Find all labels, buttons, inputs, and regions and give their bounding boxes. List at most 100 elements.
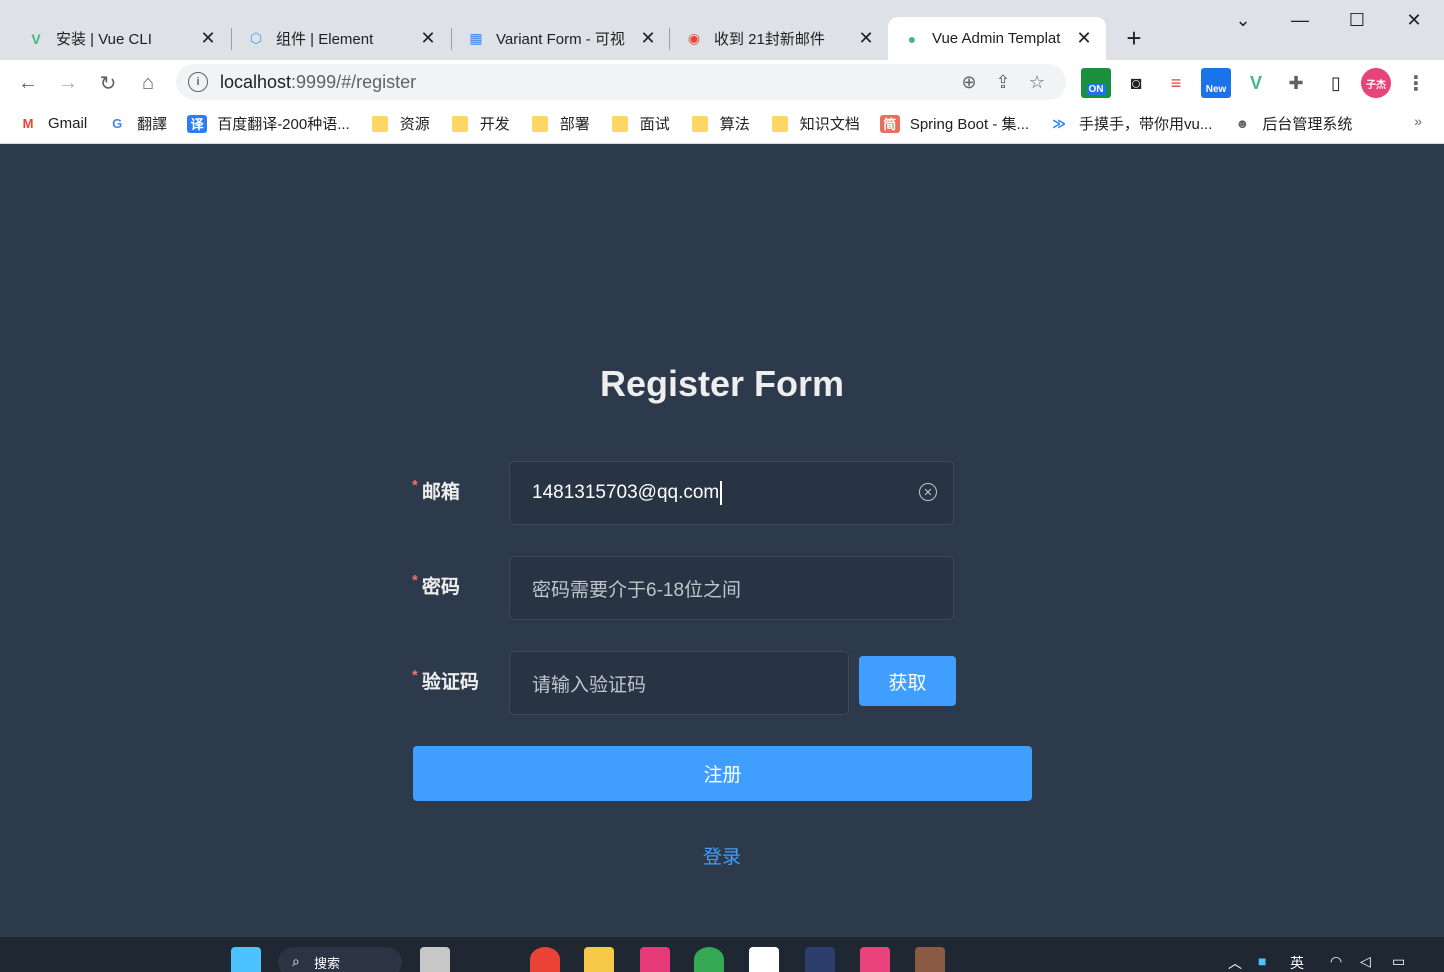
chrome-icon[interactable]: [530, 947, 560, 972]
element-icon: ⬡: [249, 30, 263, 46]
bookmark-label: 知识文档: [799, 116, 860, 133]
tab-element[interactable]: ⬡ 组件 | Element ✕: [232, 17, 450, 60]
password-input[interactable]: 密码需要介于6-18位之间: [509, 556, 954, 620]
close-icon[interactable]: ✕: [856, 28, 876, 49]
register-button[interactable]: 注册: [413, 746, 1032, 801]
bookmark-label: 翻譯: [137, 116, 168, 133]
tab-title: 收到 21封新邮件: [714, 31, 825, 48]
menu-kebab-icon[interactable]: ⋮: [1401, 68, 1431, 98]
bookmark-admin-system[interactable]: ☻ 后台管理系统: [1232, 113, 1353, 134]
bookmark-translate[interactable]: G 翻譯: [107, 113, 167, 134]
app-icon[interactable]: [476, 947, 506, 972]
bookmark-star-icon[interactable]: ☆: [1020, 67, 1054, 97]
bookmark-folder-dev[interactable]: 开发: [450, 113, 510, 134]
profile-avatar[interactable]: 子杰: [1361, 68, 1391, 98]
gmail-icon: M: [22, 116, 34, 131]
volume-icon[interactable]: ◁: [1360, 953, 1371, 970]
bookmark-spring-boot[interactable]: 简 Spring Boot - 集...: [879, 113, 1029, 134]
tab-mail[interactable]: ◉ 收到 21封新邮件 ✕: [670, 17, 888, 60]
extension-tampermonkey-icon[interactable]: ◙: [1121, 68, 1151, 98]
get-code-button[interactable]: 获取: [859, 656, 956, 706]
back-icon[interactable]: ←: [13, 68, 43, 98]
forward-icon[interactable]: →: [53, 68, 83, 98]
folder-icon: [690, 115, 710, 133]
required-mark: *: [412, 572, 418, 589]
login-link[interactable]: 登录: [0, 842, 1444, 869]
bookmark-gmail[interactable]: M Gmail: [18, 115, 88, 133]
typora-icon[interactable]: [749, 947, 779, 972]
bookmark-vue-tutorial[interactable]: ≫ 手摸手，带你用vu...: [1049, 113, 1212, 134]
bookmark-icon: ≫: [1052, 115, 1066, 131]
bookmark-label: 后台管理系统: [1262, 116, 1353, 133]
bookmark-folder-interview[interactable]: 面试: [610, 113, 670, 134]
extension-todoist-icon[interactable]: ≡: [1161, 68, 1191, 98]
task-view-icon[interactable]: [420, 947, 450, 972]
file-explorer-icon[interactable]: [584, 947, 614, 972]
new-tab-button[interactable]: +: [1116, 22, 1152, 54]
home-icon[interactable]: ⌂: [133, 68, 163, 98]
windows-start-icon[interactable]: [231, 947, 261, 972]
reload-icon[interactable]: ↻: [93, 68, 123, 98]
tray-chevron-icon[interactable]: ︿: [1228, 953, 1242, 972]
extension-vue-devtools-icon[interactable]: V: [1241, 68, 1271, 98]
close-icon[interactable]: ✕: [418, 28, 438, 49]
app-red-icon[interactable]: [860, 947, 890, 972]
bookmark-folder-deploy[interactable]: 部署: [530, 113, 590, 134]
maximize-icon[interactable]: ☐: [1343, 6, 1371, 34]
extensions-puzzle-icon[interactable]: ✚: [1281, 68, 1311, 98]
google-translate-icon: G: [112, 116, 123, 131]
bookmark-baidu-translate[interactable]: 译百度翻译-200种语...: [187, 113, 350, 134]
app-cat-icon[interactable]: [805, 947, 835, 972]
close-icon[interactable]: ✕: [198, 28, 218, 49]
app-photo-icon[interactable]: [915, 947, 945, 972]
tab-vue-cli[interactable]: V 安装 | Vue CLI ✕: [12, 17, 230, 60]
ime-indicator[interactable]: 英: [1290, 953, 1304, 972]
zoom-icon[interactable]: ⊕: [952, 67, 986, 97]
bookmark-label: 百度翻译-200种语...: [217, 116, 350, 133]
search-label: 搜索: [314, 955, 341, 971]
site-info-icon[interactable]: i: [188, 72, 208, 92]
tray-app-icon[interactable]: ■: [1258, 953, 1266, 969]
taskbar-search[interactable]: ⌕ 搜索: [278, 947, 402, 972]
side-panel-icon[interactable]: ▯: [1321, 68, 1351, 98]
battery-icon[interactable]: ▭: [1392, 953, 1405, 970]
url-path: :9999/#/register: [291, 71, 417, 92]
tab-title: Variant Form - 可视: [496, 31, 625, 48]
bookmark-label: Gmail: [48, 115, 88, 132]
folder-icon: [770, 115, 790, 133]
vue-admin-icon: ●: [907, 30, 917, 47]
baidu-translate-icon: 译: [187, 114, 208, 133]
tab-search-icon[interactable]: ⌄: [1229, 6, 1257, 34]
close-icon[interactable]: ✕: [1074, 28, 1094, 49]
vue-icon: V: [31, 30, 41, 47]
bookmark-folder-docs[interactable]: 知识文档: [770, 113, 860, 134]
address-bar[interactable]: i localhost:9999/#/register ⊕ ⇪ ☆: [176, 64, 1066, 100]
tab-title: 安装 | Vue CLI: [56, 31, 152, 48]
bookmark-folder-algorithm[interactable]: 算法: [690, 113, 750, 134]
password-placeholder: 密码需要介于6-18位之间: [532, 579, 742, 601]
email-input[interactable]: 1481315703@qq.com ✕: [509, 461, 954, 525]
tab-title: 组件 | Element: [276, 31, 374, 48]
close-icon[interactable]: ✕: [638, 28, 658, 49]
bookmark-label: 手摸手，带你用vu...: [1079, 116, 1213, 133]
intellij-icon[interactable]: [640, 947, 670, 972]
bookmark-label: 部署: [559, 116, 590, 133]
clear-icon[interactable]: ✕: [919, 483, 937, 501]
url-text[interactable]: localhost:9999/#/register: [220, 72, 952, 93]
minimize-icon[interactable]: —: [1286, 6, 1314, 34]
extension-on-label: ON: [1086, 83, 1106, 95]
variant-form-icon: ▦: [469, 30, 483, 46]
bookmark-folder-resources[interactable]: 资源: [370, 113, 430, 134]
extension-on-icon[interactable]: ON: [1081, 68, 1111, 98]
more-bookmarks-icon[interactable]: »: [1414, 113, 1422, 129]
wifi-icon[interactable]: ◠: [1330, 953, 1342, 970]
extension-new-icon[interactable]: New: [1201, 68, 1231, 98]
share-icon[interactable]: ⇪: [986, 67, 1020, 97]
bookmark-label: 面试: [639, 116, 670, 133]
window-close-icon[interactable]: ✕: [1400, 6, 1428, 34]
tab-vue-admin[interactable]: ● Vue Admin Templat ✕: [888, 17, 1106, 60]
tab-variant-form[interactable]: ▦ Variant Form - 可视 ✕: [452, 17, 670, 60]
chrome-active-icon[interactable]: [694, 947, 724, 972]
browser-tab-strip: V 安装 | Vue CLI ✕ ⬡ 组件 | Element ✕ ▦ Vari…: [0, 0, 1444, 60]
code-input[interactable]: 请输入验证码: [509, 651, 849, 715]
